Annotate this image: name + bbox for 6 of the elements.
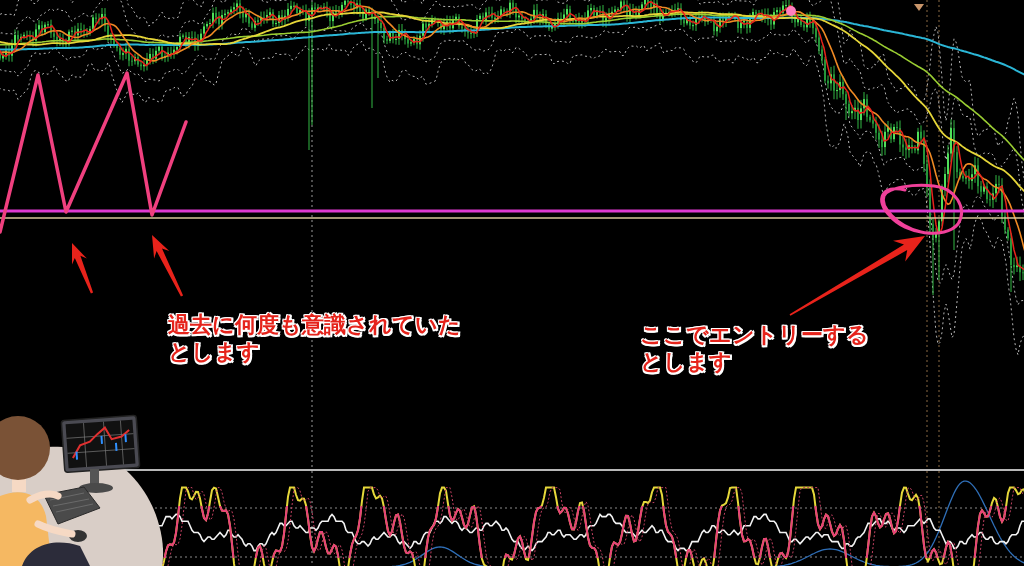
annotation-arrow: [152, 235, 184, 297]
annotation-text: ここでエントリーする とします: [640, 321, 869, 375]
annotation-text: 過去に何度も意識されていた とします: [168, 311, 461, 365]
triangle-icon: [914, 4, 924, 11]
annotation-arrow: [72, 243, 94, 294]
dot-icon: [786, 6, 796, 16]
